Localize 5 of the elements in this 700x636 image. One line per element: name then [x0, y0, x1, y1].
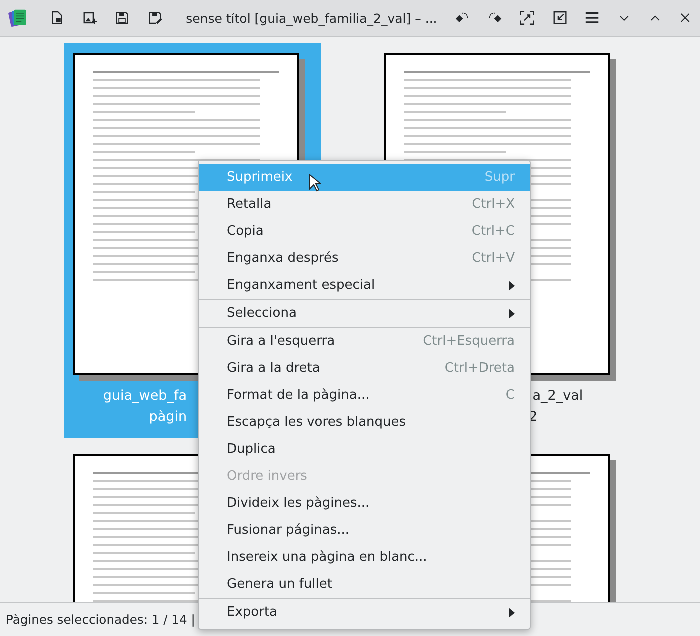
page-caption: pàgin [149, 409, 187, 425]
status-text: Pàgines seleccionades: 1 / 14 | [6, 612, 196, 626]
page-caption: ia_2_val [529, 388, 584, 404]
window-title: sense títol [guia_web_familia_2_val] – ... [185, 10, 438, 26]
page-caption: guia_web_fa [103, 388, 187, 404]
